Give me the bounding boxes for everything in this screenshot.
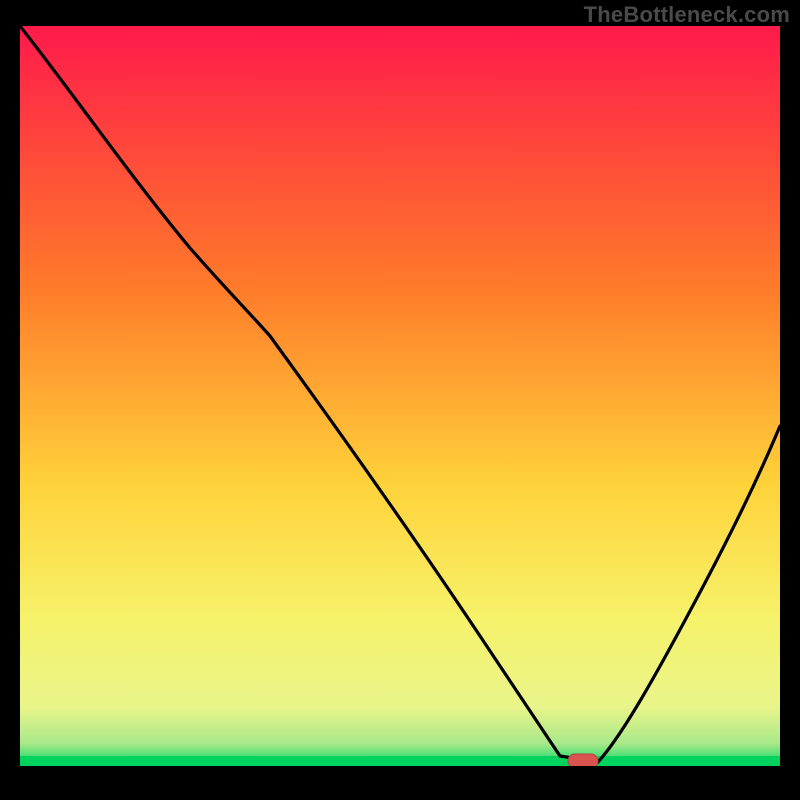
chart-frame: TheBottleneck.com — [0, 0, 800, 800]
baseline-strip — [20, 756, 780, 766]
watermark-text: TheBottleneck.com — [584, 2, 790, 28]
bottom-border — [20, 766, 780, 780]
plot-area — [20, 26, 780, 780]
chart-svg — [20, 26, 780, 780]
optimum-marker — [568, 754, 598, 768]
